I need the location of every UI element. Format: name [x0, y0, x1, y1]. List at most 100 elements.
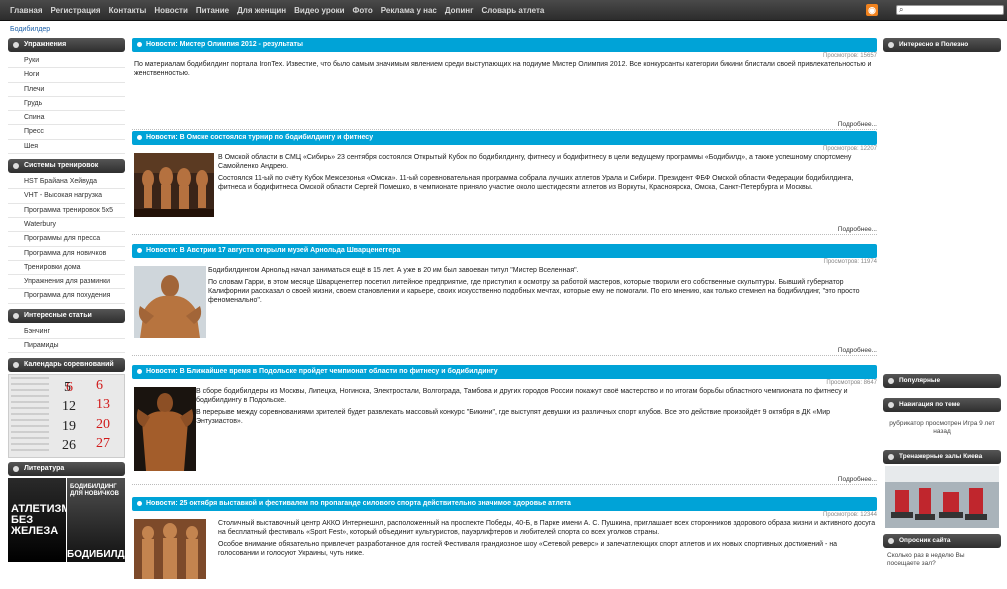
book-subtitle: БОДИБИЛДИНГ: [67, 549, 125, 561]
nav-video-lessons[interactable]: Видео уроки: [290, 6, 348, 15]
news-item: Новости: В Ближайшее время в Подольске п…: [132, 365, 877, 485]
rss-icon[interactable]: ◉: [866, 4, 878, 16]
news-text: По материалам бодибилдинг портала IronTe…: [132, 60, 877, 78]
news-views: Просмотров: 15657: [823, 53, 877, 59]
news-title[interactable]: Новости: В Ближайшее время в Подольске п…: [132, 365, 877, 379]
separator: [132, 484, 877, 485]
separator: [132, 129, 877, 130]
menu-item-benching[interactable]: Бэнчинг: [8, 325, 125, 340]
read-more-link[interactable]: Подробнее...: [132, 225, 877, 234]
menu-item-abs[interactable]: Пресс: [8, 125, 125, 140]
nav-doping[interactable]: Допинг: [441, 6, 478, 15]
articles-heading: Интересные статьи: [8, 308, 125, 323]
left-sidebar: Упражнения Руки Ноги Плечи Грудь Спина П…: [8, 38, 125, 563]
news-views: Просмотров: 12344: [823, 512, 877, 518]
nav-nutrition[interactable]: Питание: [192, 6, 233, 15]
news-paragraph: В Омской области в СМЦ «Сибирь» 23 сентя…: [218, 154, 852, 170]
menu-item-abs-programs[interactable]: Программы для пресса: [8, 232, 125, 247]
news-title[interactable]: Новости: 25 октября выставкой и фестивал…: [132, 497, 877, 511]
calendar-heading: Календарь соревнований: [8, 358, 125, 373]
nav-athlete-dictionary[interactable]: Словарь атлета: [477, 6, 548, 15]
menu-item-vht[interactable]: VHT - Высокая нагрузка: [8, 189, 125, 204]
training-systems-menu: Системы тренировок HST Брайана Хейвуда V…: [8, 159, 125, 304]
book-cover-bodybuilding[interactable]: БОДИБИЛДИНГ ДЛЯ НОВИЧКОВ БОДИБИЛДИНГ: [67, 478, 125, 563]
search-icon: ⌕: [899, 5, 904, 14]
menu-item-warmup[interactable]: Упражнения для разминки: [8, 275, 125, 290]
news-paragraph: В сборе бодибилдеры из Москвы, Липецка, …: [196, 388, 848, 404]
news-title[interactable]: Новости: Мистер Олимпия 2012 - результат…: [132, 38, 877, 52]
nav-for-women[interactable]: Для женщин: [233, 6, 290, 15]
nav-registration[interactable]: Регистрация: [47, 6, 105, 15]
competition-calendar-image[interactable]: 6 6 5 13 12 20 19 27 26: [8, 374, 125, 459]
news-views: Просмотров: 12207: [823, 146, 877, 152]
news-paragraph: Особое внимание обязательно привлечет ра…: [218, 541, 838, 557]
menu-item-arms[interactable]: Руки: [8, 54, 125, 69]
sport-fest-photo[interactable]: [134, 519, 206, 579]
exercises-heading: Упражнения: [8, 38, 125, 52]
nav-photo[interactable]: Фото: [349, 6, 377, 15]
calendar-number: 26: [62, 438, 76, 454]
calendar-number: 12: [62, 399, 76, 415]
search-input[interactable]: [896, 5, 1004, 15]
news-paragraph: В перерыве между соревнованиями зрителей…: [196, 409, 831, 425]
nav-news[interactable]: Новости: [150, 6, 192, 15]
menu-item-hst[interactable]: HST Брайана Хейвуда: [8, 175, 125, 190]
separator: [132, 355, 877, 356]
book-cover-athletics[interactable]: АТЛЕТИЗМ БЕЗ ЖЕЛЕЗА: [8, 478, 66, 563]
training-systems-heading: Системы тренировок: [8, 159, 125, 174]
interesting-heading: Интересно в Полезно: [883, 38, 1001, 52]
read-more-link[interactable]: Подробнее...: [132, 475, 877, 484]
news-title[interactable]: Новости: В Омске состоялся турнир по бод…: [132, 131, 877, 145]
menu-item-shoulders[interactable]: Плечи: [8, 83, 125, 97]
news-title[interactable]: Новости: В Австрии 17 августа открыли му…: [132, 244, 877, 258]
breadcrumb[interactable]: Бодибилдер: [10, 26, 50, 33]
nav-home[interactable]: Главная: [6, 6, 47, 15]
calendar-number: 20: [96, 417, 110, 433]
popular-heading: Популярные: [883, 374, 1001, 388]
poll-heading: Опросник сайта: [883, 534, 1001, 548]
bodybuilder-posing-photo[interactable]: [134, 387, 196, 471]
book-title: АТЛЕТИЗМ БЕЗ ЖЕЛЕЗА: [11, 503, 66, 538]
news-paragraph: Столичный выставочный центр АККО Интерне…: [218, 520, 876, 536]
menu-item-5x5[interactable]: Программа тренировок 5x5: [8, 204, 125, 218]
calendar-number: 19: [62, 419, 76, 435]
menu-item-neck[interactable]: Шея: [8, 140, 125, 155]
calendar-number: 27: [96, 436, 110, 452]
menu-item-beginners[interactable]: Программа для новичков: [8, 247, 125, 261]
poll-question: Сколько раз в неделю Вы посещаете зал?: [887, 552, 965, 567]
top-navigation-bar: Главная Регистрация Контакты Новости Пит…: [0, 0, 1007, 21]
literature-books: АТЛЕТИЗМ БЕЗ ЖЕЛЕЗА БОДИБИЛДИНГ ДЛЯ НОВИ…: [8, 478, 125, 563]
menu-item-back[interactable]: Спина: [8, 111, 125, 126]
read-more-link[interactable]: Подробнее...: [132, 120, 877, 129]
menu-item-chest[interactable]: Грудь: [8, 97, 125, 112]
news-views: Просмотров: 11974: [823, 259, 878, 265]
menu-item-pyramids[interactable]: Пирамиды: [8, 339, 125, 354]
news-item: Новости: 25 октября выставкой и фестивал…: [132, 497, 877, 589]
gym-equipment-graphic: [885, 466, 999, 528]
trainers-heading: Тренажерные залы Киева: [883, 450, 1001, 464]
news-paragraph: По материалам бодибилдинг портала IronTe…: [134, 61, 872, 77]
nav-advertising[interactable]: Реклама у нас: [377, 6, 441, 15]
news-item: Новости: В Омске состоялся турнир по бод…: [132, 131, 877, 235]
articles-menu: Интересные статьи Бэнчинг Пирамиды: [8, 308, 125, 354]
gym-photo[interactable]: [885, 466, 999, 528]
calendar-rings-graphic: [11, 377, 49, 456]
menu-item-legs[interactable]: Ноги: [8, 68, 125, 83]
news-item: Новости: В Австрии 17 августа открыли му…: [132, 244, 877, 356]
calendar-number: 5: [64, 380, 71, 396]
menu-item-weight-loss[interactable]: Программа для похудения: [8, 289, 125, 304]
news-paragraph: Бодибилдингом Арнольд начал заниматься е…: [208, 267, 579, 274]
news-paragraph: Состоялся 11-ый по счёту Кубок Межсезонь…: [218, 175, 854, 191]
menu-item-waterbury[interactable]: Waterbury: [8, 218, 125, 233]
navigation-text[interactable]: рубрикатор просмотрен Игра 9 лет назад: [887, 420, 997, 436]
menu-item-home-training[interactable]: Тренировки дома: [8, 261, 125, 276]
news-paragraph: По словам Гарри, в этом месяце Шварценег…: [208, 279, 860, 304]
read-more-link[interactable]: Подробнее...: [132, 346, 877, 355]
separator: [132, 234, 877, 235]
navigation-heading: Навигация по теме: [883, 398, 1001, 412]
bodybuilders-photo[interactable]: [134, 153, 214, 217]
schwarzenegger-photo[interactable]: [134, 266, 206, 338]
book-title: БОДИБИЛДИНГ ДЛЯ НОВИЧКОВ: [70, 484, 119, 498]
nav-contacts[interactable]: Контакты: [105, 6, 151, 15]
calendar-number: 6: [96, 378, 103, 394]
